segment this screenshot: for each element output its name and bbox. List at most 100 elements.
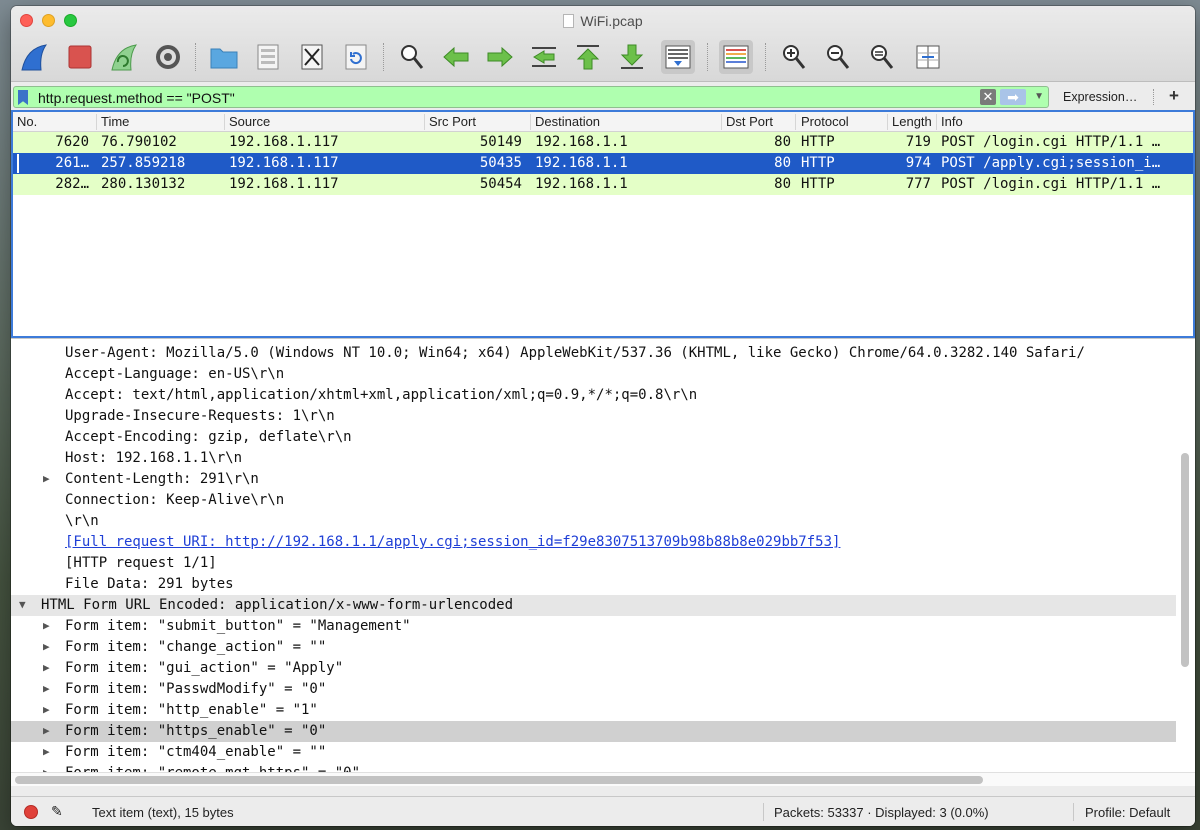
packet-row[interactable]: 7620 76.790102 192.168.1.117 50149 192.1… [13, 132, 1193, 153]
packet-destination: 192.168.1.1 [535, 134, 628, 150]
column-header-info[interactable]: Info [941, 114, 963, 129]
filter-history-dropdown-icon[interactable]: ▼ [1034, 87, 1044, 107]
go-last-button[interactable] [615, 40, 649, 74]
reload-file-button[interactable] [339, 40, 373, 74]
stop-capture-icon [68, 45, 92, 69]
column-header-src-port[interactable]: Src Port [429, 114, 476, 129]
packet-time: 257.859218 [101, 155, 186, 171]
vertical-scrollbar[interactable] [1181, 453, 1189, 667]
start-capture-icon [21, 44, 48, 71]
zoom-out-button[interactable] [821, 40, 855, 74]
column-header-time[interactable]: Time [101, 114, 129, 129]
packet-details-pane: User-Agent: Mozilla/5.0 (Windows NT 10.0… [11, 338, 1195, 786]
detail-line[interactable]: Host: 192.168.1.1\r\n [11, 448, 1176, 469]
bookmark-icon[interactable] [18, 90, 28, 105]
expand-arrow-icon[interactable]: ▶ [43, 682, 50, 695]
close-file-icon [301, 44, 323, 70]
clear-filter-icon[interactable]: ✕ [980, 89, 996, 105]
packet-info: POST /login.cgi HTTP/1.1 … [941, 134, 1161, 150]
add-filter-button[interactable]: + [1169, 86, 1179, 106]
packet-destination: 192.168.1.1 [535, 176, 628, 192]
resize-columns-button[interactable] [911, 40, 945, 74]
display-filter-bar: http.request.method == "POST" ✕ ➡ ▼ Expr… [11, 83, 1195, 111]
detail-line[interactable]: File Data: 291 bytes [11, 574, 1176, 595]
column-header-source[interactable]: Source [229, 114, 270, 129]
detail-line[interactable]: ▶ Content-Length: 291\r\n [11, 469, 1176, 490]
collapse-arrow-icon[interactable]: ▼ [19, 598, 26, 611]
capture-options-button[interactable] [151, 40, 185, 74]
horizontal-scrollbar[interactable] [15, 776, 983, 784]
column-header-length[interactable]: Length [892, 114, 936, 129]
detail-line[interactable]: Connection: Keep-Alive\r\n [11, 490, 1176, 511]
packet-row-selected[interactable]: 261… 257.859218 192.168.1.117 50435 192.… [13, 153, 1193, 174]
edit-comment-icon[interactable]: ✎ [51, 803, 63, 820]
detail-line-link[interactable]: [Full request URI: http://192.168.1.1/ap… [11, 532, 1176, 553]
detail-line[interactable]: ▶ Form item: "change_action" = "" [11, 637, 1176, 658]
expand-arrow-icon[interactable]: ▶ [43, 724, 50, 737]
detail-line[interactable]: ▶ Form item: "submit_button" = "Managemen… [11, 616, 1176, 637]
colorize-button[interactable] [719, 40, 753, 74]
go-back-button[interactable] [439, 40, 473, 74]
zoom-in-icon [783, 45, 806, 69]
resize-columns-icon [916, 45, 940, 69]
normal-size-icon [871, 45, 894, 69]
expression-button[interactable]: Expression… [1063, 90, 1137, 104]
window-title: WiFi.pcap [11, 13, 1195, 29]
packet-dst-port: 80 [774, 155, 791, 171]
expand-arrow-icon[interactable]: ▶ [43, 661, 50, 674]
column-header-dst-port[interactable]: Dst Port [726, 114, 773, 129]
display-filter-input[interactable]: http.request.method == "POST" ✕ ➡ ▼ [13, 86, 1049, 108]
full-request-uri-link[interactable]: [Full request URI: http://192.168.1.1/ap… [65, 534, 840, 550]
status-profile[interactable]: Profile: Default [1085, 805, 1170, 820]
expand-arrow-icon[interactable]: ▶ [43, 640, 50, 653]
apply-filter-icon[interactable]: ➡ [1000, 89, 1026, 105]
column-header-no[interactable]: No. [17, 114, 37, 129]
detail-line[interactable]: ▶ Form item: "ctm404_enable" = "" [11, 742, 1176, 763]
open-file-button[interactable] [207, 40, 241, 74]
go-first-button[interactable] [571, 40, 605, 74]
expert-info-icon[interactable] [24, 805, 38, 819]
zoom-in-button[interactable] [777, 40, 811, 74]
expand-arrow-icon[interactable]: ▶ [43, 472, 50, 485]
horizontal-scrollbar-track[interactable] [11, 772, 1195, 786]
go-forward-button[interactable] [483, 40, 517, 74]
packet-time: 280.130132 [101, 176, 186, 192]
save-file-button[interactable] [251, 40, 285, 74]
column-header-destination[interactable]: Destination [535, 114, 600, 129]
packet-info: POST /apply.cgi;session_i… [941, 155, 1161, 171]
packet-list: No. Time Source Src Port Destination Dst… [11, 110, 1195, 338]
start-capture-button[interactable] [17, 40, 51, 74]
detail-line[interactable]: User-Agent: Mozilla/5.0 (Windows NT 10.0… [11, 343, 1176, 364]
detail-line[interactable]: [HTTP request 1/1] [11, 553, 1176, 574]
document-icon [563, 14, 575, 28]
packet-no: 7620 [55, 134, 89, 150]
expand-arrow-icon[interactable]: ▶ [43, 703, 50, 716]
close-file-button[interactable] [295, 40, 329, 74]
detail-line[interactable]: Accept-Encoding: gzip, deflate\r\n [11, 427, 1176, 448]
detail-line-section[interactable]: ▼ HTML Form URL Encoded: application/x-ww… [11, 595, 1176, 616]
stop-capture-button[interactable] [63, 40, 97, 74]
packet-length: 777 [905, 176, 931, 192]
restart-capture-button[interactable] [107, 40, 141, 74]
packet-source: 192.168.1.117 [229, 176, 339, 192]
go-to-packet-button[interactable] [527, 40, 561, 74]
detail-line[interactable]: Upgrade-Insecure-Requests: 1\r\n [11, 406, 1176, 427]
autoscroll-button[interactable] [661, 40, 695, 74]
detail-line[interactable]: ▶ Form item: "PasswdModify" = "0" [11, 679, 1176, 700]
detail-line[interactable]: ▶ Form item: "gui_action" = "Apply" [11, 658, 1176, 679]
detail-line[interactable]: ▶ Form item: "http_enable" = "1" [11, 700, 1176, 721]
reload-file-icon [345, 44, 367, 70]
detail-line[interactable]: Accept: text/html,application/xhtml+xml,… [11, 385, 1176, 406]
packet-destination: 192.168.1.1 [535, 155, 628, 171]
normal-size-button[interactable] [865, 40, 899, 74]
detail-line[interactable]: Accept-Language: en-US\r\n [11, 364, 1176, 385]
packet-row[interactable]: 282… 280.130132 192.168.1.117 50454 192.… [13, 174, 1193, 195]
status-item-text: Text item (text), 15 bytes [92, 805, 234, 820]
column-header-protocol[interactable]: Protocol [801, 114, 849, 129]
find-packet-button[interactable] [395, 40, 429, 74]
expand-arrow-icon[interactable]: ▶ [43, 619, 50, 632]
detail-line[interactable]: \r\n [11, 511, 1176, 532]
detail-line-selected[interactable]: ▶ Form item: "https_enable" = "0" [11, 721, 1176, 742]
packet-protocol: HTTP [801, 155, 835, 171]
expand-arrow-icon[interactable]: ▶ [43, 745, 50, 758]
